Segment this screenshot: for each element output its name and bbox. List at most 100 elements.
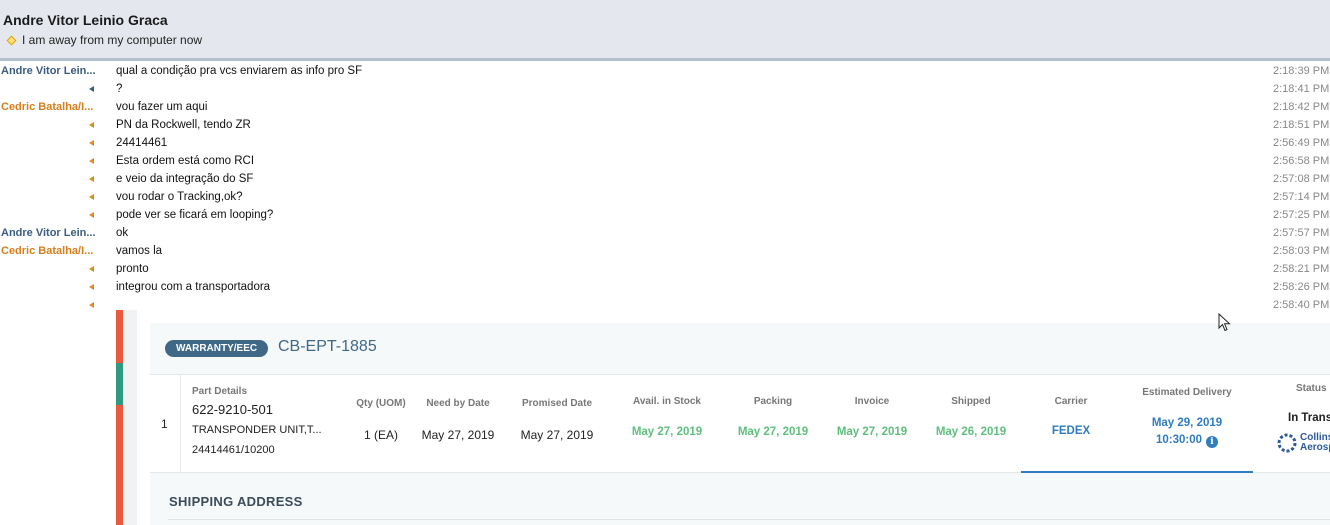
message-text: ok [116, 227, 129, 239]
chat-message: Cedric Batalha/I... vamos la 2:58:03 PM [0, 243, 1330, 261]
message-sender[interactable]: Cedric Batalha/I... [1, 101, 97, 113]
est-delivery-date: May 29, 2019 [1151, 417, 1223, 429]
need-by-date: May 27, 2019 [421, 428, 495, 442]
message-timestamp: 2:18:39 PM [1273, 65, 1330, 77]
card-left-edge [123, 310, 137, 525]
column-header-shipped: Shipped [951, 396, 991, 407]
status-color-bar [116, 405, 123, 525]
chat-message: 24414461 2:56:49 PM [0, 135, 1330, 153]
message-timestamp: 2:58:03 PM [1273, 245, 1330, 257]
message-timestamp: 2:57:14 PM [1273, 191, 1330, 203]
message-timestamp: 2:56:49 PM [1273, 137, 1330, 149]
message-text: vou rodar o Tracking,ok? [116, 191, 243, 203]
message-sender[interactable]: Andre Vitor Lein... [1, 65, 97, 77]
continuation-arrow-icon [89, 302, 94, 308]
message-text: Esta ordem está como RCI [116, 155, 255, 167]
continuation-arrow-icon [89, 194, 94, 200]
est-delivery-time-row: 10:30:00 i [1126, 434, 1248, 448]
order-id[interactable]: CB-EPT-1885 [278, 338, 377, 356]
away-status-icon [6, 35, 17, 45]
message-timestamp: 2:58:26 PM [1273, 281, 1330, 293]
column-header-invoice: Invoice [854, 396, 890, 407]
message-timestamp: 2:57:25 PM [1273, 209, 1330, 221]
chat-message: Andre Vitor Lein... qual a condição pra v… [0, 63, 1330, 81]
chat-message: PN da Rockwell, tendo ZR 2:18:51 PM [0, 117, 1330, 135]
conversation-header: Andre Vitor Leinio Graca I am away from … [0, 0, 1330, 61]
contact-name: Andre Vitor Leinio Graca [3, 12, 168, 28]
part-reference: 24414461/10200 [192, 444, 275, 456]
message-text: PN da Rockwell, tendo ZR [116, 119, 251, 131]
column-header-promised: Promised Date [521, 398, 593, 409]
continuation-arrow-icon [89, 266, 94, 272]
active-column-underline [1021, 471, 1253, 473]
continuation-arrow-icon [89, 140, 94, 146]
message-timestamp: 2:58:40 PM [1273, 299, 1330, 311]
column-header-need-by: Need by Date [426, 398, 490, 409]
status-value: In Trans [1288, 412, 1330, 424]
avail-date: May 27, 2019 [631, 426, 703, 438]
message-text: qual a condição pra vcs enviarem as info… [116, 65, 363, 77]
part-number[interactable]: 622-9210-501 [192, 402, 273, 417]
message-text: pode ver se ficará em looping? [116, 209, 274, 221]
status-message: I am away from my computer now [22, 33, 203, 47]
chat-message: integrou com a transportadora 2:58:26 PM [0, 279, 1330, 297]
message-timestamp: 2:56:58 PM [1273, 155, 1330, 167]
chat-message: Cedric Batalha/I... vou fazer um aqui 2:18… [0, 99, 1330, 117]
message-timestamp: 2:18:41 PM [1273, 83, 1330, 95]
info-icon[interactable]: i [1206, 436, 1219, 448]
message-timestamp: 2:57:08 PM [1273, 173, 1330, 185]
continuation-arrow-icon [89, 212, 94, 218]
message-text: 24414461 [116, 137, 168, 149]
mouse-cursor-icon [1218, 313, 1231, 332]
message-timestamp: 2:58:21 PM [1273, 263, 1330, 275]
est-delivery-time: 10:30:00 [1155, 434, 1203, 446]
column-header-est-delivery: Estimated Delivery [1142, 387, 1232, 398]
message-text: pronto [116, 263, 149, 275]
continuation-arrow-icon [89, 176, 94, 182]
message-sender[interactable]: Andre Vitor Lein... [1, 227, 97, 239]
chat-message: vou rodar o Tracking,ok? 2:57:14 PM [0, 189, 1330, 207]
shipped-date: May 26, 2019 [935, 426, 1007, 438]
packing-date: May 27, 2019 [737, 426, 809, 438]
chat-message: 2:58:40 PM [0, 297, 1330, 315]
shipping-address-heading: SHIPPING ADDRESS [169, 494, 303, 509]
order-type-badge: WARRANTY/EEC [165, 340, 269, 357]
chat-message: pronto 2:58:21 PM [0, 261, 1330, 279]
message-text: ? [116, 83, 123, 95]
status-row: I am away from my computer now [6, 33, 203, 47]
message-sender[interactable]: Cedric Batalha/I... [1, 245, 97, 257]
collins-aerospace-logo: Collins Aerosp [1277, 433, 1330, 453]
message-text: integrou com a transportadora [116, 281, 271, 293]
invoice-date: May 27, 2019 [836, 426, 908, 438]
row-divider [180, 374, 181, 473]
column-header-status: Status [1296, 383, 1327, 394]
status-color-bar [116, 310, 123, 363]
continuation-arrow-icon [89, 158, 94, 164]
carrier-link[interactable]: FEDEX [1036, 425, 1106, 437]
logo-text-line2: Aerosp [1300, 442, 1330, 453]
message-timestamp: 2:18:51 PM [1273, 119, 1330, 131]
chat-message: pode ver se ficará em looping? 2:57:25 PM [0, 207, 1330, 225]
continuation-arrow-icon [89, 86, 94, 92]
column-header-carrier: Carrier [1054, 396, 1088, 407]
message-text: vamos la [116, 245, 163, 257]
message-timestamp: 2:57:57 PM [1273, 227, 1330, 239]
column-header-avail: Avail. in Stock [633, 396, 701, 407]
column-header-qty: Qty (UOM) [356, 398, 406, 409]
continuation-arrow-icon [89, 122, 94, 128]
message-timestamp: 2:18:42 PM [1273, 101, 1330, 113]
qty-value: 1 (EA) [363, 428, 398, 442]
chat-message: Andre Vitor Lein... ok 2:57:57 PM [0, 225, 1330, 243]
shipping-divider [168, 519, 1330, 520]
collins-logo-icon [1277, 433, 1297, 453]
promised-date: May 27, 2019 [520, 428, 594, 442]
message-text: e veio da integração do SF [116, 173, 254, 185]
part-description: TRANSPONDER UNIT,T... [192, 424, 322, 436]
chat-message: e veio da integração do SF 2:57:08 PM [0, 171, 1330, 189]
continuation-arrow-icon [89, 284, 94, 290]
column-header-part-details: Part Details [192, 386, 248, 397]
line-index: 1 [161, 417, 168, 431]
message-text: vou fazer um aqui [116, 101, 208, 113]
status-color-bar [116, 363, 123, 405]
column-header-packing: Packing [753, 396, 793, 407]
